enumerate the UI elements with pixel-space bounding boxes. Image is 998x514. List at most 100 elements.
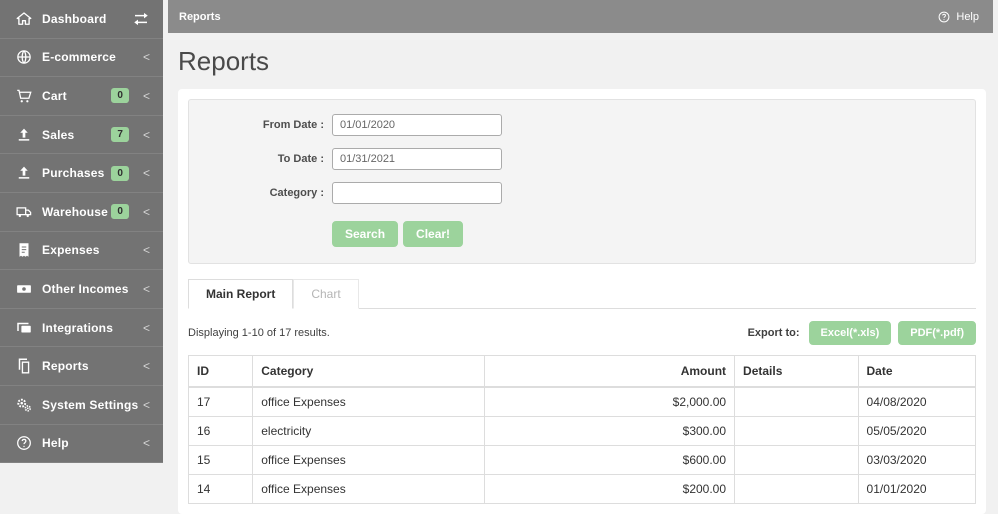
category-label: Category : [269,187,324,199]
search-button[interactable]: Search [332,221,399,247]
upload-icon [15,126,33,144]
cell-date: 05/05/2020 [857,416,977,446]
copy-icon [15,357,33,375]
devices-icon [15,319,33,337]
cell-category: office Expenses [252,445,486,475]
chevron-left-icon: < [142,88,150,103]
column-header-details: Details [734,355,859,388]
count-badge: 7 [111,127,129,143]
sidebar-item-purchases[interactable]: Purchases 0 < [0,154,163,193]
count-badge: 0 [111,165,129,181]
tab-main-report[interactable]: Main Report [188,279,294,309]
sidebar-item-help[interactable]: Help < [0,424,163,464]
sidebar-item-system-settings[interactable]: System Settings < [0,385,163,425]
report-table: ID Category Amount Details Date 17 office Expe… [187,355,977,504]
column-header-category: Category [252,355,486,388]
banknote-icon [15,280,33,298]
column-header-id: ID [187,355,254,388]
to-date-label: To Date : [277,153,324,165]
export-pdf-button[interactable]: PDF(*.pdf) [898,321,976,345]
swap-arrows-icon [132,10,150,28]
sidebar-item-label: Integrations [42,320,114,335]
sidebar-item-e-commerce[interactable]: E-commerce < [0,38,163,78]
category-input[interactable] [332,182,502,204]
sidebar-item-warehouse[interactable]: Warehouse 0 < [0,192,163,232]
cell-amount: $200.00 [484,474,736,504]
sidebar-item-dashboard[interactable]: Dashboard [0,0,163,39]
cart-icon [15,87,33,105]
cell-category: electricity [252,416,486,446]
cell-amount: $600.00 [484,445,736,475]
sidebar-item-expenses[interactable]: Expenses < [0,231,163,271]
sidebar-item-label: Dashboard [42,11,107,26]
sidebar-item-sales[interactable]: Sales 7 < [0,115,163,155]
clear-button[interactable]: Clear! [403,221,464,247]
sidebar-item-label: Help [42,436,69,451]
count-badge: 0 [111,204,129,220]
count-badge: 0 [111,88,129,104]
gears-icon [15,396,33,414]
to-date-input[interactable] [332,148,502,170]
sidebar-item-label: Other Incomes [42,281,129,296]
chevron-left-icon: < [142,166,150,181]
sidebar-item-other-incomes[interactable]: Other Incomes < [0,270,163,309]
cell-amount: $2,000.00 [484,386,736,417]
upload-icon [15,164,33,182]
cell-id: 17 [187,386,254,417]
export-excel-button[interactable]: Excel(*.xls) [808,321,892,345]
sidebar-item-label: Expenses [42,243,100,258]
chevron-left-icon: < [142,204,150,219]
export-group: Export to: Excel(*.xls) PDF(*.pdf) [748,321,976,345]
chevron-left-icon: < [142,397,150,412]
sidebar-item-reports[interactable]: Reports < [0,347,163,386]
filter-panel: From Date : To Date : Category : Search … [188,99,976,264]
table-row: 17 office Expenses $2,000.00 04/08/2020 [187,386,977,417]
report-tabs: Main Report Chart [188,279,976,309]
results-row: Displaying 1-10 of 17 results. Export to… [188,321,976,345]
chevron-left-icon: < [142,359,150,374]
cell-amount: $300.00 [484,416,736,446]
globe-icon [15,48,33,66]
tab-chart[interactable]: Chart [293,279,359,309]
sidebar-item-label: Cart [42,88,67,103]
topbar-help-link[interactable]: Help [937,10,979,24]
chevron-left-icon: < [142,320,150,335]
cell-id: 15 [187,445,254,475]
page-title: Reports [178,46,270,76]
topbar: Reports Help [168,0,993,33]
sidebar-item-integrations[interactable]: Integrations < [0,308,163,348]
cell-details [734,445,859,475]
sidebar-item-label: Sales [42,127,75,142]
cell-category: office Expenses [252,386,486,417]
cell-date: 03/03/2020 [857,445,977,475]
cell-id: 16 [187,416,254,446]
topbar-help-label: Help [956,10,979,23]
cell-id: 14 [187,474,254,504]
sidebar-item-label: Reports [42,359,89,374]
help-icon [937,10,951,24]
home-icon [15,10,33,28]
sidebar-item-cart[interactable]: Cart 0 < [0,77,163,116]
sidebar-item-label: Warehouse [42,204,109,219]
from-date-label: From Date : [262,119,324,131]
cell-category: office Expenses [252,474,486,504]
breadcrumb: Reports [179,10,221,23]
truck-icon [15,203,33,221]
chevron-left-icon: < [142,436,150,451]
column-header-amount: Amount [484,355,736,388]
table-header-row: ID Category Amount Details Date [187,355,977,388]
filter-buttons: Search Clear! [332,221,975,247]
content-card: From Date : To Date : Category : Search … [178,89,986,514]
sidebar: Dashboard E-commerce < Cart 0 < Sales 7 < Purchas… [0,0,163,493]
receipt-icon [15,241,33,259]
column-header-date: Date [857,355,977,388]
chevron-left-icon: < [142,281,150,296]
sidebar-item-label: Purchases [42,166,105,181]
cell-date: 04/08/2020 [857,386,977,417]
from-date-input[interactable] [332,114,502,136]
table-row: 16 electricity $300.00 05/05/2020 [187,416,977,446]
filter-row-from-date: From Date : [189,114,975,136]
export-to-label: Export to: [747,327,800,339]
chevron-left-icon: < [142,243,150,258]
cell-date: 01/01/2020 [857,474,977,504]
